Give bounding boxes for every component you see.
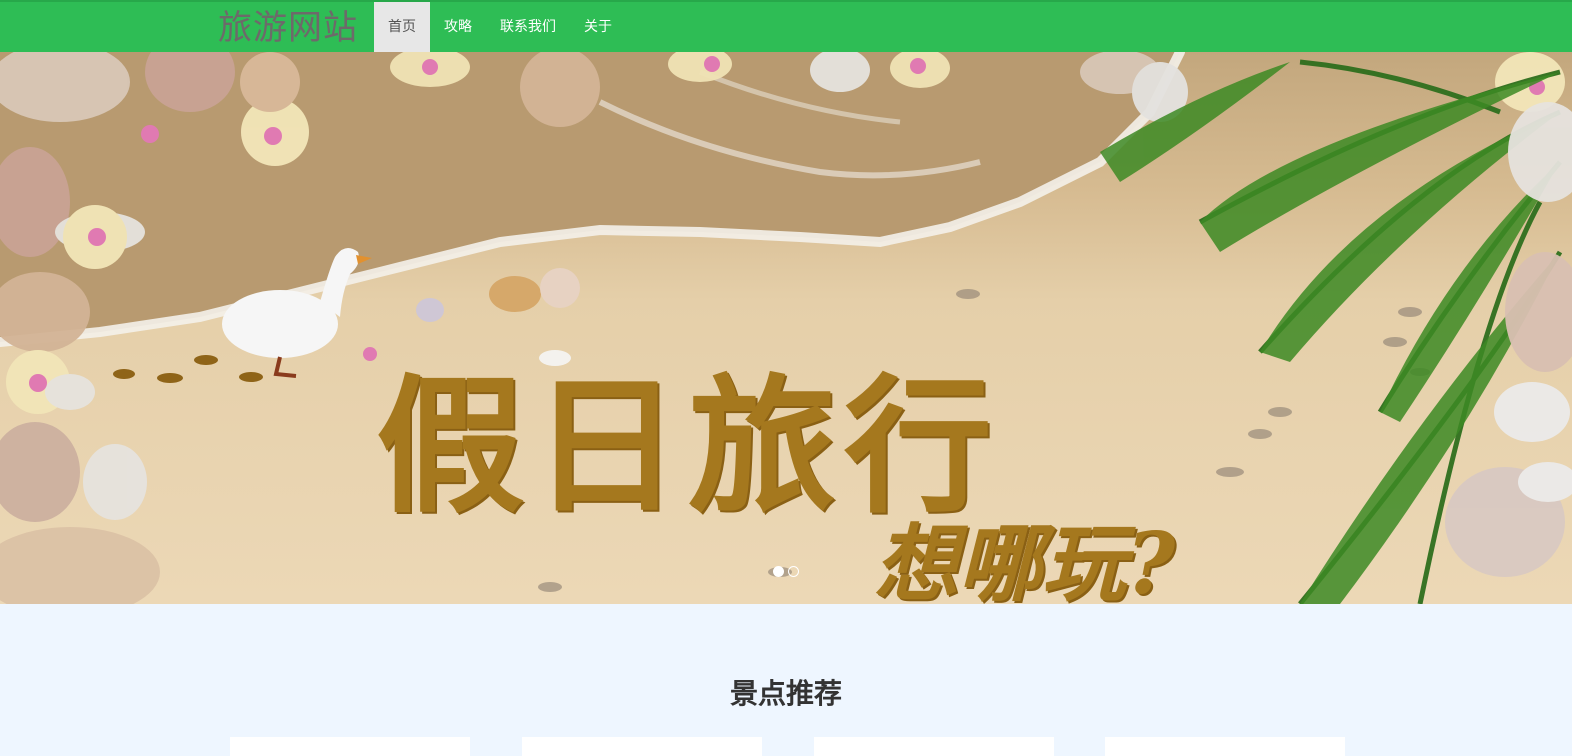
nav-item-about[interactable]: 关于 — [570, 2, 626, 52]
nav-item-home[interactable]: 首页 — [374, 2, 430, 52]
attraction-card[interactable] — [1105, 737, 1345, 756]
section-title: 景点推荐 — [729, 677, 842, 710]
site-brand[interactable]: 旅游网站 — [218, 6, 358, 50]
hero-carousel[interactable]: 假日旅行 想哪玩? — [0, 52, 1572, 604]
banner-headline: 假日旅行 — [376, 359, 1000, 533]
main-nav: 首页 攻略 联系我们 关于 — [374, 2, 626, 52]
top-navbar: 旅游网站 首页 攻略 联系我们 关于 — [0, 0, 1572, 52]
carousel-indicators — [773, 566, 799, 577]
attraction-cards — [230, 737, 1346, 756]
carousel-dot-1[interactable] — [773, 566, 784, 577]
carousel-dot-2[interactable] — [788, 566, 799, 577]
attraction-card[interactable] — [230, 737, 470, 756]
banner-subline: 想哪玩? — [874, 514, 1176, 605]
nav-item-contact[interactable]: 联系我们 — [486, 2, 570, 52]
nav-item-guides[interactable]: 攻略 — [430, 2, 486, 52]
attraction-card[interactable] — [522, 737, 762, 756]
attraction-card[interactable] — [814, 737, 1054, 756]
